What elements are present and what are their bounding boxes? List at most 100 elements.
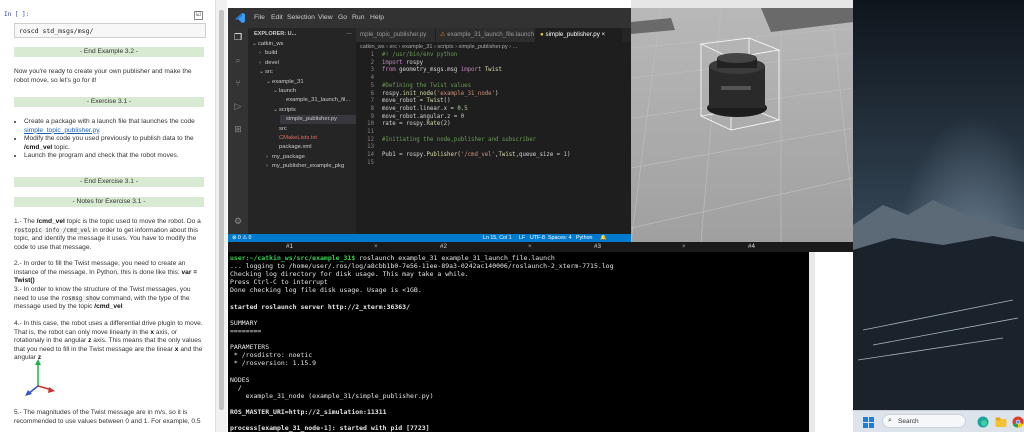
terminal-line: ... logging to /home/user/.ros/log/a8cbb…: [230, 262, 614, 271]
terminal-tab-2[interactable]: #2: [440, 242, 447, 252]
terminal-tab-bar: #1 × #2 × #3 × #4: [228, 242, 853, 252]
gazebo-simulation-view[interactable]: [631, 8, 853, 242]
axes-diagram-icon: [25, 359, 55, 396]
notebook-scrollbar[interactable]: [215, 0, 227, 432]
close-icon[interactable]: ×: [528, 242, 532, 252]
line-number: 10: [367, 121, 374, 128]
line-number: 2: [370, 59, 374, 66]
menu-selection[interactable]: Selection: [287, 14, 315, 21]
tree-item-label: package.xml: [279, 144, 312, 151]
code-line[interactable]: #! /usr/bin/env python: [382, 52, 457, 60]
menu-help[interactable]: Help: [370, 14, 384, 21]
chrome-browser-icon[interactable]: [1012, 416, 1024, 428]
vscode-logo-icon: [235, 13, 245, 23]
cursor-position[interactable]: Ln 15, Col 1: [483, 234, 512, 242]
code-view[interactable]: 1 #! /usr/bin/env python 2 import rospy 3 fro…: [356, 52, 631, 232]
search-icon[interactable]: ⌕: [233, 55, 243, 65]
note-5: 5.- The magnitudes of the Twist message …: [14, 409, 201, 425]
simulation-scene: [631, 8, 853, 242]
tree-item[interactable]: ⌄src: [259, 68, 273, 77]
note-4: 4.- In this case, the robot uses a diffe…: [14, 320, 203, 362]
terminal-scrollbar[interactable]: [809, 252, 815, 432]
settings-gear-icon[interactable]: ⚙: [233, 216, 243, 226]
terminal-line: * /rosdistro: noetic: [230, 351, 313, 360]
cell-toolbar-icon[interactable]: ☑: [194, 11, 203, 20]
code-line[interactable]: move_robot.angular.z = 0: [382, 114, 464, 122]
terminal-line: user:~/catkin_ws/src/example_31$ roslaun…: [230, 254, 555, 262]
terminal-line: NODES: [230, 375, 250, 384]
notebook-panel: In [ ]: ☑ roscd std_msgs/msg/ - End Exam…: [0, 0, 215, 432]
menu-run[interactable]: Run: [352, 14, 364, 21]
code-line[interactable]: rospy.init_node('example_31_node'): [382, 91, 498, 99]
line-number: 11: [367, 129, 374, 135]
windows-start-icon[interactable]: [863, 417, 874, 428]
cell-prompt: In [ ]:: [4, 11, 30, 18]
terminal-tab-1[interactable]: #1: [286, 242, 293, 252]
explorer-title: EXPLORER: U...: [254, 31, 297, 37]
menu-go[interactable]: Go: [338, 14, 347, 21]
more-actions-icon[interactable]: …: [346, 30, 352, 36]
source-control-icon[interactable]: ⑂: [233, 78, 243, 88]
terminal-line: Press Ctrl-C to interrupt: [230, 278, 328, 287]
breadcrumb[interactable]: catkin_ws › src › example_31 › scripts ›…: [356, 42, 631, 52]
tab-launch-file[interactable]: ⚠ example_31_launch_file.launch: [436, 28, 536, 42]
encoding[interactable]: UTF-8: [530, 234, 545, 242]
tree-item[interactable]: simple_publisher.py: [280, 115, 356, 125]
code-line[interactable]: #Initiating the node,publisher and subsc…: [382, 137, 536, 145]
language-mode[interactable]: Python: [576, 234, 593, 242]
terminal-line: /: [230, 383, 242, 392]
tree-item[interactable]: src: [273, 125, 287, 134]
close-icon[interactable]: ×: [682, 242, 686, 252]
code-line[interactable]: move_robot.linear.x = 0.5: [382, 106, 468, 114]
code-link[interactable]: simple_topic_publisher.py: [24, 127, 99, 134]
tab-simple-publisher[interactable]: ● simple_publisher.py ×: [536, 28, 622, 42]
tree-item[interactable]: › build: [259, 49, 277, 58]
tree-item[interactable]: › my_package: [266, 153, 305, 162]
menu-edit[interactable]: Edit: [271, 14, 283, 21]
taskbar-search-box[interactable]: ⌕ Search: [882, 414, 966, 428]
tree-item-label: build: [265, 50, 278, 57]
edge-browser-icon[interactable]: [977, 416, 989, 428]
indentation[interactable]: Spaces: 4: [548, 234, 572, 242]
terminal-output[interactable]: user:~/catkin_ws/src/example_31$ roslaun…: [228, 252, 809, 432]
line-number: 1: [370, 52, 374, 58]
code-line[interactable]: move_robot = Twist(): [382, 98, 451, 106]
close-icon[interactable]: ×: [374, 242, 378, 252]
exercise-list: Create a package with a launch file that…: [14, 118, 206, 161]
tree-item[interactable]: ⌄catkin_ws: [252, 40, 283, 49]
extensions-icon[interactable]: ⊞: [233, 124, 243, 134]
file-explorer-icon[interactable]: [995, 416, 1007, 428]
tree-item-label: src: [265, 69, 273, 76]
code-line[interactable]: #Defining the Twist values: [382, 83, 471, 91]
menu-view[interactable]: View: [318, 14, 333, 21]
tree-item[interactable]: CMakeLists.txt: [273, 134, 317, 143]
close-icon[interactable]: ×: [602, 31, 606, 38]
bell-icon[interactable]: 🔔: [600, 234, 607, 242]
files-icon[interactable]: ❐: [233, 32, 243, 42]
tree-item[interactable]: ⌄launch: [273, 87, 296, 96]
list-item: Modify the code you used previously to p…: [24, 135, 206, 152]
tree-item[interactable]: › my_publisher_example_pkg: [266, 162, 344, 171]
eol-mode[interactable]: LF: [519, 234, 525, 242]
tree-item[interactable]: package.xml: [273, 143, 312, 152]
code-line[interactable]: import rospy: [382, 60, 423, 68]
terminal-line: * /rosversion: 1.15.9: [230, 359, 317, 368]
menu-file[interactable]: File: [254, 14, 265, 21]
run-debug-icon[interactable]: ▷: [233, 101, 243, 111]
tab-simple-topic-publisher[interactable]: mple_topic_publisher.py: [356, 28, 436, 42]
code-line[interactable]: rate = rospy.Rate(2): [382, 121, 451, 129]
terminal-line: ROS_MASTER_URI=http://2_simulation:11311: [230, 407, 387, 416]
problems-count[interactable]: ⊗ 0 ⚠ 0: [232, 234, 252, 242]
code-cell[interactable]: roscd std_msgs/msg/: [14, 23, 206, 38]
tree-item-label: example_31_launch_fil...: [286, 97, 351, 104]
code-line[interactable]: Pub1 = rospy.Publisher('/cmd_vel',Twist,…: [382, 152, 570, 160]
terminal-tab-3[interactable]: #3: [594, 242, 601, 252]
status-bar: ⊗ 0 ⚠ 0 Ln 15, Col 1 LF UTF-8 Spaces: 4 …: [228, 234, 631, 242]
code-line[interactable]: from geometry_msgs.msg import Twist: [382, 67, 502, 75]
tree-item[interactable]: ⌄example_31: [266, 78, 304, 87]
tree-item[interactable]: ⌄scripts: [273, 106, 296, 115]
terminal-tab-4[interactable]: #4: [748, 242, 755, 252]
tree-item[interactable]: › devel: [259, 59, 279, 68]
tree-item-label: CMakeLists.txt: [279, 135, 318, 141]
tree-item[interactable]: example_31_launch_fil...: [280, 96, 350, 105]
